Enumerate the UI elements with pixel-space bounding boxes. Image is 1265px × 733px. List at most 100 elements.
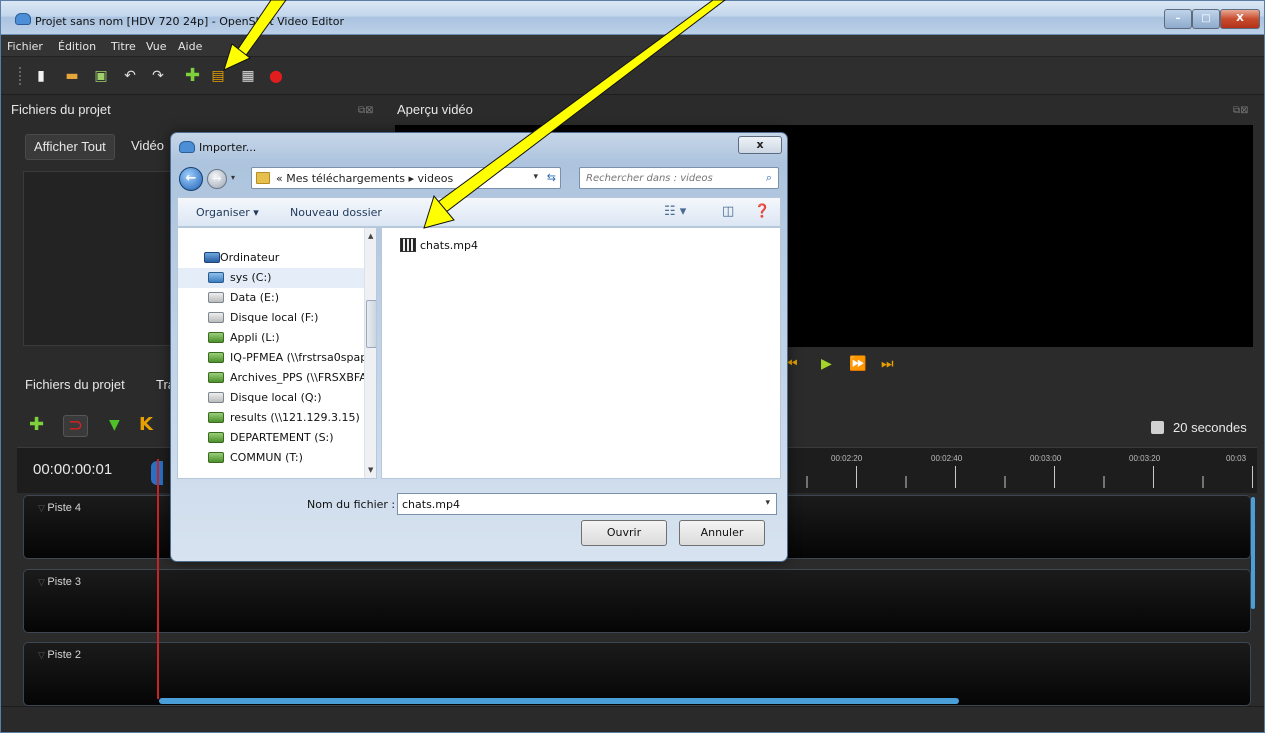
nav-item-label: results (\\121.129.3.15) (R:)	[230, 411, 364, 424]
undo-icon[interactable]: ↶	[123, 69, 137, 83]
maximize-button[interactable]: □	[1192, 9, 1220, 29]
nav-item-disque-q[interactable]: Disque local (Q:)	[178, 388, 364, 408]
new-folder-button[interactable]: Nouveau dossier	[290, 206, 382, 219]
network-drive-icon	[208, 412, 224, 423]
export-video-icon[interactable]: ●	[269, 68, 283, 84]
nav-item-label: COMMUN (T:)	[230, 451, 303, 464]
address-dropdown-icon[interactable]: ▾	[533, 172, 538, 182]
filename-value[interactable]: chats.mp4	[402, 498, 460, 511]
nav-item-archives-pps[interactable]: Archives_PPS (\\FRSXBFAS	[178, 368, 364, 388]
dock-float-close-icons[interactable]: ⧉⊠	[358, 105, 374, 116]
preview-dock-icons[interactable]: ⧉⊠	[1233, 105, 1249, 116]
play-icon[interactable]: ▶	[821, 356, 832, 372]
track-piste-3[interactable]: Piste 3	[23, 569, 1251, 633]
video-tab[interactable]: Vidéo	[123, 134, 172, 160]
nav-pane-scrollbar[interactable]: ▲ ▼	[364, 228, 376, 478]
menu-vue[interactable]: Vue	[146, 40, 167, 53]
menu-bar: Fichier Édition Titre Vue Aide	[1, 35, 1264, 57]
nav-item-sys-c[interactable]: sys (C:)	[178, 268, 364, 288]
previous-marker-icon[interactable]: K	[139, 415, 153, 435]
minimize-button[interactable]: –	[1164, 9, 1192, 29]
title-bar: Projet sans nom [HDV 720 24p] - OpenShot…	[1, 1, 1264, 35]
filename-label: Nom du fichier :	[307, 498, 396, 511]
filename-dropdown-icon[interactable]: ▾	[765, 498, 770, 508]
add-track-icon[interactable]: ✚	[29, 415, 44, 435]
menu-fichier[interactable]: Fichier	[7, 40, 43, 53]
toolbar-grip	[19, 67, 23, 85]
open-button[interactable]: Ouvrir	[581, 520, 667, 546]
file-list-pane: chats.mp4	[381, 227, 781, 479]
drive-icon	[208, 392, 224, 403]
file-name: chats.mp4	[420, 239, 478, 252]
dialog-title: Importer...	[199, 141, 257, 154]
add-marker-icon[interactable]: ▼	[109, 415, 120, 435]
show-all-tab[interactable]: Afficher Tout	[25, 134, 115, 160]
tab-project-files[interactable]: Fichiers du projet	[25, 377, 125, 392]
timeline-horizontal-scrollbar[interactable]	[159, 698, 959, 704]
dialog-close-button[interactable]: x	[738, 136, 782, 154]
new-project-icon[interactable]: ▮	[34, 69, 48, 83]
menu-titre[interactable]: Titre	[111, 40, 136, 53]
nav-item-label: Archives_PPS (\\FRSXBFAS	[230, 371, 364, 384]
fullscreen-icon[interactable]: ▦	[241, 69, 255, 83]
menu-aide[interactable]: Aide	[178, 40, 202, 53]
filename-field[interactable]: chats.mp4 ▾	[397, 493, 777, 515]
openshot-app-icon	[15, 13, 31, 25]
nav-item-label: Data (E:)	[230, 291, 280, 304]
jump-end-icon[interactable]: ⏭	[881, 356, 894, 372]
track-piste-2[interactable]: Piste 2	[23, 642, 1251, 706]
nav-item-ordinateur[interactable]: Ordinateur	[178, 248, 364, 268]
import-files-icon[interactable]: ✚	[185, 67, 200, 85]
help-icon[interactable]: ❓	[754, 204, 770, 219]
main-toolbar: ▮ ▬ ▣ ↶ ↷ ✚ ▤ ▦ ●	[1, 57, 1264, 95]
scroll-thumb[interactable]	[366, 300, 376, 348]
snapping-icon[interactable]: ⊃	[63, 415, 89, 437]
save-project-icon[interactable]: ▣	[94, 69, 108, 83]
cancel-button[interactable]: Annuler	[679, 520, 765, 546]
ruler-label: 00:02:20	[831, 454, 863, 463]
history-dropdown-icon[interactable]: ▾	[231, 173, 235, 182]
network-drive-icon	[208, 432, 224, 443]
search-box[interactable]: ⌕	[579, 167, 779, 189]
address-path[interactable]: « Mes téléchargements ▸ videos	[276, 172, 453, 185]
ruler-label: 00:02:40	[931, 454, 963, 463]
nav-item-label: IQ-PFMEA (\\frstrsa0spap(	[230, 351, 364, 364]
choose-profile-icon[interactable]: ▤	[211, 69, 225, 83]
nav-item-data-e[interactable]: Data (E:)	[178, 288, 364, 308]
playhead-line[interactable]	[157, 459, 159, 699]
nav-item-departement-s[interactable]: DEPARTEMENT (S:)	[178, 428, 364, 448]
folder-icon	[256, 172, 270, 184]
forward-button[interactable]: →	[207, 169, 227, 189]
close-window-button[interactable]: X	[1220, 9, 1260, 29]
ruler-label: 00:03	[1226, 454, 1247, 463]
nav-item-label: Disque local (F:)	[230, 311, 319, 324]
view-options-icon[interactable]: ☷ ▾	[664, 204, 686, 219]
preview-pane-icon[interactable]: ◫	[722, 204, 734, 219]
zoom-slider-handle[interactable]	[1151, 421, 1164, 434]
openshot-app-icon	[179, 141, 195, 153]
back-button[interactable]: ←	[179, 167, 203, 191]
drive-icon	[208, 312, 224, 323]
nav-item-label: sys (C:)	[230, 271, 272, 284]
open-project-icon[interactable]: ▬	[65, 69, 79, 83]
nav-item-results-r[interactable]: results (\\121.129.3.15) (R:)	[178, 408, 364, 428]
nav-item-iq-pfmea[interactable]: IQ-PFMEA (\\frstrsa0spap(	[178, 348, 364, 368]
scroll-up-icon[interactable]: ▲	[368, 232, 373, 240]
refresh-icon[interactable]: ⇆	[547, 171, 556, 184]
redo-icon[interactable]: ↷	[151, 69, 165, 83]
nav-item-disque-f[interactable]: Disque local (F:)	[178, 308, 364, 328]
search-input[interactable]	[586, 171, 746, 185]
organize-button[interactable]: Organiser ▾	[196, 206, 259, 219]
project-files-view[interactable]	[23, 171, 175, 346]
menu-edition[interactable]: Édition	[58, 40, 96, 53]
nav-item-appli-l[interactable]: Appli (L:)	[178, 328, 364, 348]
fast-forward-icon[interactable]: ⏩	[849, 356, 866, 372]
track-label: Piste 3	[38, 576, 81, 588]
nav-item-commun-t[interactable]: COMMUN (T:)	[178, 448, 364, 468]
nav-item-label: Ordinateur	[220, 251, 280, 264]
timeline-vertical-scrollbar[interactable]	[1251, 497, 1255, 609]
navigation-pane: Ordinateur sys (C:) Data (E:) Disque loc…	[177, 227, 377, 479]
address-bar[interactable]: « Mes téléchargements ▸ videos ▾ ⇆	[251, 167, 561, 189]
search-icon[interactable]: ⌕	[766, 171, 772, 185]
scroll-down-icon[interactable]: ▼	[368, 466, 373, 474]
